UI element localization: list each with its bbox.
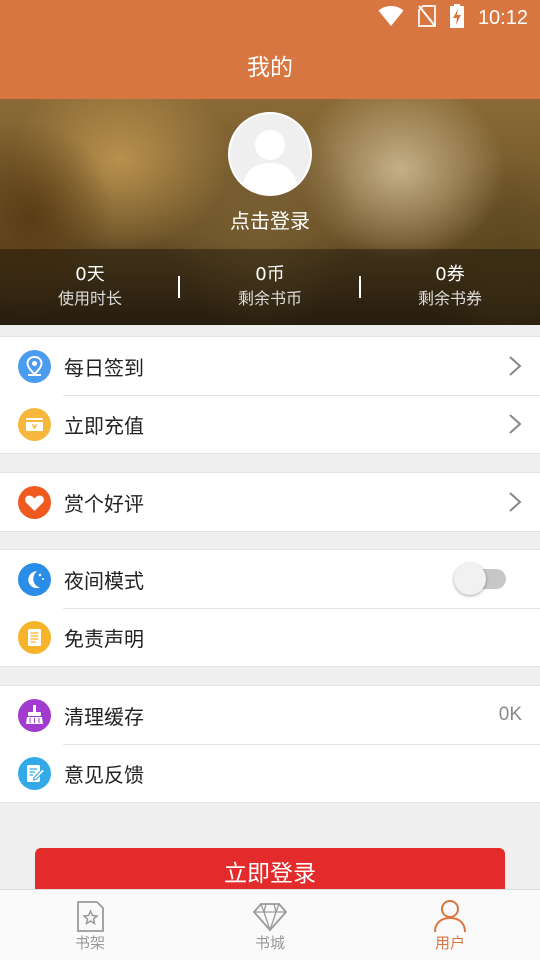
tab-label: 书架 <box>74 934 105 952</box>
status-icons: 10:12 <box>378 4 528 32</box>
document-icon <box>18 621 51 654</box>
tab-bookshelf[interactable]: 书架 <box>0 890 180 960</box>
heart-icon <box>18 486 51 519</box>
menu-item-clear-cache[interactable]: 清理缓存 0K <box>0 686 540 744</box>
chevron-right-icon <box>509 356 522 376</box>
diamond-icon <box>252 903 288 933</box>
bookshelf-icon <box>77 901 104 932</box>
battery-charging-icon <box>449 4 464 32</box>
menu-item-rate[interactable]: 赏个好评 <box>0 473 540 531</box>
night-mode-toggle[interactable] <box>454 563 506 595</box>
stat-value: 0券 <box>435 264 465 285</box>
status-time: 10:12 <box>477 6 528 29</box>
profile-banner: 点击登录 0天 使用时长 0币 剩余书币 0券 剩余书券 <box>0 99 540 325</box>
tab-bookstore[interactable]: 书城 <box>180 890 360 960</box>
tab-label: 书城 <box>254 934 285 952</box>
location-pin-icon <box>18 350 51 383</box>
tab-label: 用户 <box>434 934 465 952</box>
page-title: 我的 <box>247 55 293 81</box>
stat-value: 0天 <box>75 264 105 285</box>
menu-label: 清理缓存 <box>64 704 144 729</box>
stat-divider <box>359 276 361 298</box>
chevron-right-icon <box>509 414 522 434</box>
default-avatar-icon[interactable] <box>228 112 312 196</box>
stat-value: 0币 <box>255 264 285 285</box>
user-icon <box>434 900 466 933</box>
wifi-icon <box>378 5 404 31</box>
menu-item-recharge[interactable]: 立即充值 <box>0 395 540 453</box>
moon-icon <box>18 563 51 596</box>
stat-usage-time: 0天 使用时长 <box>0 249 180 325</box>
stat-vouchers: 0券 剩余书券 <box>360 249 540 325</box>
edit-note-icon <box>18 757 51 790</box>
stat-divider <box>178 276 180 298</box>
tab-user[interactable]: 用户 <box>360 890 540 960</box>
menu-label: 夜间模式 <box>64 568 144 593</box>
menu-item-daily-checkin[interactable]: 每日签到 <box>0 337 540 395</box>
stat-coins: 0币 剩余书币 <box>180 249 360 325</box>
menu-item-feedback[interactable]: 意见反馈 <box>0 744 540 802</box>
stat-label: 剩余书币 <box>237 289 302 308</box>
chevron-right-icon <box>509 492 522 512</box>
menu-group-account: 每日签到 立即充值 <box>0 336 540 454</box>
status-bar: 10:12 <box>0 0 540 36</box>
menu-group-settings: 夜间模式 免责声明 <box>0 549 540 667</box>
menu-label: 免责声明 <box>64 626 144 651</box>
menu-label: 每日签到 <box>64 355 144 380</box>
menu-label: 立即充值 <box>64 413 144 438</box>
toggle-knob <box>454 563 486 595</box>
cache-size: 0K <box>498 704 522 725</box>
stats-bar: 0天 使用时长 0币 剩余书币 0券 剩余书券 <box>0 249 540 325</box>
broom-icon <box>18 699 51 732</box>
top-app-bar: 10:12 我的 <box>0 0 540 99</box>
menu-label: 意见反馈 <box>64 762 144 787</box>
menu-label: 赏个好评 <box>64 491 144 516</box>
menu-group-misc: 清理缓存 0K 意见反馈 <box>0 685 540 803</box>
stat-label: 剩余书券 <box>417 289 482 308</box>
menu-item-night-mode[interactable]: 夜间模式 <box>0 550 540 608</box>
no-sim-icon <box>417 5 436 31</box>
login-hint[interactable]: 点击登录 <box>0 205 540 234</box>
menu-item-disclaimer[interactable]: 免责声明 <box>0 608 540 666</box>
wallet-icon <box>18 408 51 441</box>
stat-label: 使用时长 <box>57 289 122 308</box>
menu-group-rate: 赏个好评 <box>0 472 540 532</box>
bottom-tab-bar: 书架 书城 用户 <box>0 889 540 960</box>
